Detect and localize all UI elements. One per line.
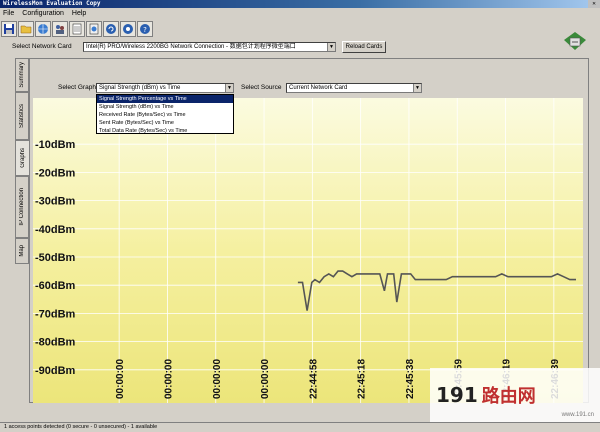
y-tick-label: -20dBm — [35, 167, 76, 179]
y-tick-label: -50dBm — [35, 252, 76, 264]
x-tick-label: 22:45:18 — [357, 359, 368, 399]
y-tick-label: -60dBm — [35, 280, 76, 292]
side-tabs: Summary Statistics Graphs IP Connection … — [15, 58, 29, 358]
tab-graphs-label: Graphs — [19, 148, 26, 168]
users-icon[interactable] — [52, 21, 68, 37]
y-tick-label: -40dBm — [35, 224, 76, 236]
watermark-number: 191 — [436, 383, 478, 407]
window-title-bar: WirelessMon Evaluation Copy ✕ — [0, 0, 600, 8]
svg-text:?: ? — [143, 26, 147, 34]
select-source-value: Current Network Card — [289, 85, 348, 91]
select-graph-dropdown[interactable]: Signal Strength (dBm) vs Time ▼ — [96, 83, 234, 93]
status-bar: 1 access points detected (0 secure - 0 u… — [0, 422, 600, 432]
toolbar: ? — [0, 20, 600, 38]
x-tick-label: 00:00:00 — [212, 359, 223, 399]
select-source-dropdown[interactable]: Current Network Card ▼ — [286, 83, 422, 93]
signal-strength-chart: -10dBm -20dBm -30dBm -40dBm -50dBm -60dBm -70d… — [33, 98, 583, 403]
network-card-label: Select Network Card — [12, 43, 72, 50]
watermark-brand: 路由网 — [481, 386, 536, 407]
tab-statistics-label: Statistics — [19, 103, 25, 128]
x-tick-label: 00:00:00 — [163, 359, 174, 399]
chevron-down-icon[interactable]: ▼ — [327, 43, 335, 51]
select-source-label: Select Source — [241, 84, 282, 91]
menu-bar: File Configuration Help — [0, 8, 600, 19]
log-icon[interactable] — [86, 21, 102, 37]
network-card-value: Intel(R) PRO/Wireless 2200BG Network Con… — [86, 44, 296, 50]
x-tick-label: 00:00:00 — [115, 359, 126, 399]
select-graph-value: Signal Strength (dBm) vs Time — [99, 85, 181, 91]
refresh-icon[interactable] — [103, 21, 119, 37]
graph-option[interactable]: Received Rate (Bytes/Sec) vs Time — [97, 111, 233, 119]
watermark-url: www.191.cn — [561, 412, 594, 418]
tab-summary[interactable]: Summary — [15, 58, 29, 92]
menu-configuration[interactable]: Configuration — [22, 8, 64, 19]
y-axis-labels: -10dBm -20dBm -30dBm -40dBm -50dBm -60dBm -70d… — [35, 139, 76, 377]
status-text: 1 access points detected (0 secure - 0 u… — [4, 424, 158, 430]
graph-option[interactable]: Total Data Rate (Bytes/Sec) vs Time — [97, 127, 233, 135]
globe-icon[interactable] — [35, 21, 51, 37]
y-tick-label: -10dBm — [35, 139, 76, 151]
graph-options-list: Signal Strength Percentage vs Time Signa… — [96, 94, 234, 134]
x-tick-label: 00:00:00 — [260, 359, 271, 399]
watermark-logo: 191 路由网 www.191.cn — [430, 368, 600, 422]
chevron-down-icon[interactable]: ▼ — [413, 84, 421, 92]
tab-graphs[interactable]: Graphs — [15, 140, 29, 176]
close-icon[interactable]: ✕ — [588, 0, 600, 8]
tab-map-label: Map — [19, 245, 25, 257]
network-card-row: Select Network Card Intel(R) PRO/Wireles… — [0, 40, 600, 54]
graph-option[interactable]: Sent Rate (Bytes/Sec) vs Time — [97, 119, 233, 127]
graph-option[interactable]: Signal Strength (dBm) vs Time — [97, 103, 233, 111]
window-title: WirelessMon Evaluation Copy — [3, 0, 101, 7]
menu-file[interactable]: File — [3, 8, 14, 19]
menu-help[interactable]: Help — [72, 8, 86, 19]
save-icon[interactable] — [1, 21, 17, 37]
tab-ip-connection[interactable]: IP Connection — [15, 176, 29, 238]
x-tick-label: 22:44:58 — [308, 359, 319, 399]
help-icon[interactable]: ? — [137, 21, 153, 37]
x-tick-label: 22:45:38 — [405, 359, 416, 399]
chart-background — [33, 98, 583, 403]
y-tick-label: -30dBm — [35, 196, 76, 208]
network-card-select[interactable]: Intel(R) PRO/Wireless 2200BG Network Con… — [83, 42, 336, 52]
reload-cards-button[interactable]: Reload Cards — [342, 41, 386, 53]
y-tick-label: -70dBm — [35, 308, 76, 320]
graph-option[interactable]: Signal Strength Percentage vs Time — [97, 95, 233, 103]
settings-icon[interactable] — [120, 21, 136, 37]
document-icon[interactable] — [69, 21, 85, 37]
tab-summary-label: Summary — [19, 62, 25, 88]
open-folder-icon[interactable] — [18, 21, 34, 37]
y-tick-label: -80dBm — [35, 337, 76, 349]
tab-statistics[interactable]: Statistics — [15, 92, 29, 140]
select-graph-label: Select Graph — [58, 84, 96, 91]
y-tick-label: -90dBm — [35, 365, 76, 377]
tab-map[interactable]: Map — [15, 238, 29, 264]
chevron-down-icon[interactable]: ▼ — [225, 84, 233, 92]
tab-ip-connection-label: IP Connection — [19, 188, 25, 226]
